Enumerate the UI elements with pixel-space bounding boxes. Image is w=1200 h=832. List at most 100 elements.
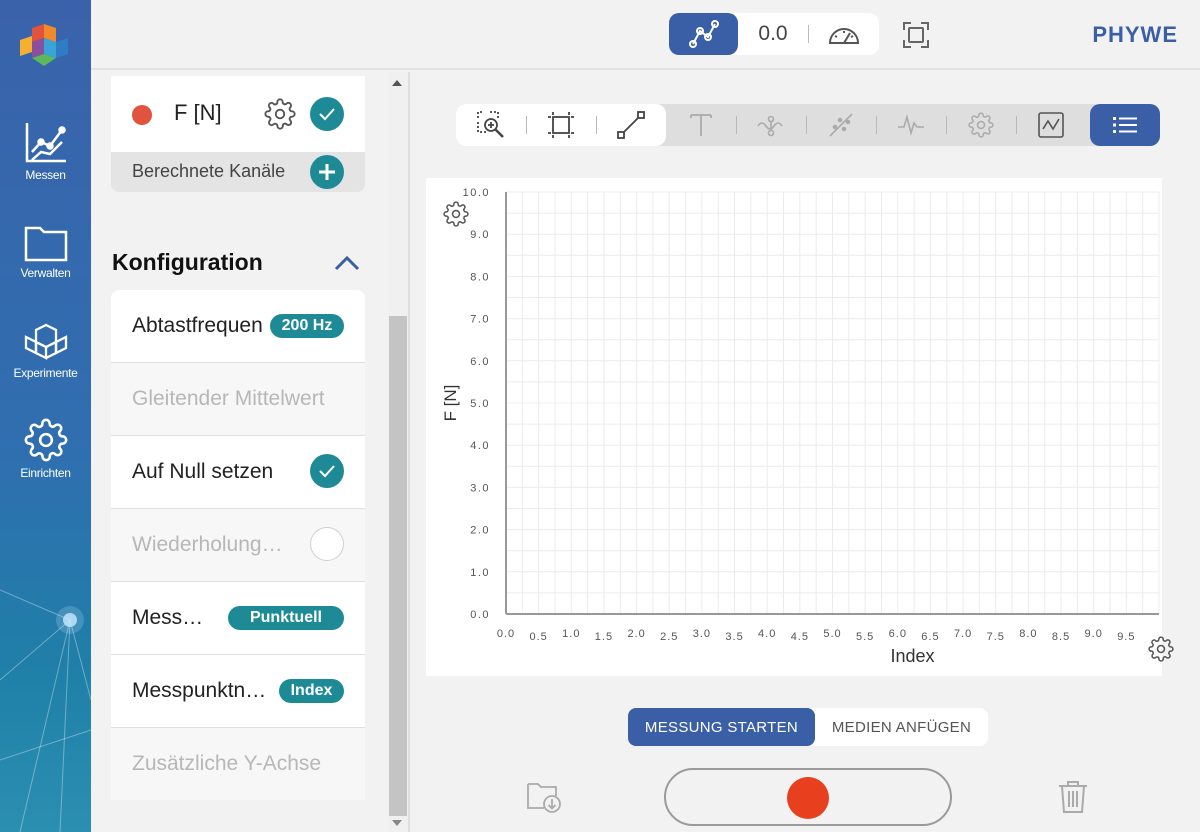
repetition-toggle [310,527,344,561]
x-tick-label: 2.5 [660,631,678,643]
y-tick-label: 4.0 [470,440,490,452]
config-measurement-mode[interactable]: Mess… Punktuell [111,582,365,655]
channel-card: F [N] Berechnete Kanäle [111,76,365,192]
config-zero-offset[interactable]: Auf Null setzen [111,436,365,509]
channel-settings-gear-icon[interactable] [264,98,296,130]
nav-item-verwalten[interactable]: Verwalten [0,222,91,280]
x-tick-label: 1.5 [595,631,613,643]
point-numbering-badge[interactable]: Index [279,679,344,703]
chart-settings-button[interactable] [946,104,1016,146]
gauge-mode-button[interactable] [809,13,879,55]
config-repetition: Wiederholung… [111,509,365,582]
channel-color-dot [132,105,152,125]
x-tick-label: 7.0 [954,628,972,640]
line-chart-icon [25,123,66,163]
config-label: Auf Null setzen [132,460,274,483]
trash-icon[interactable] [1057,780,1089,814]
x-tick-label: 4.0 [758,628,776,640]
nav-rail: Messen Verwalten Experimente Einrichten [0,0,91,832]
zero-offset-toggle[interactable] [310,454,344,488]
plus-icon [319,164,335,180]
x-tick-label: 7.5 [987,631,1005,643]
config-point-numbering[interactable]: Messpunktn… Index [111,655,365,728]
channel-enabled-toggle[interactable] [310,97,344,131]
zoom-tool-button[interactable] [456,104,526,146]
fit-frame-icon [548,112,574,138]
fit-view-button[interactable] [526,104,596,146]
cubes-icon [24,323,67,360]
nav-item-experimente[interactable]: Experimente [0,322,91,380]
chart-area: 0.0 1.0 2.0 3.0 4.0 5.0 6.0 7.0 8.0 9.0 10.0 0.0 0.5… [426,178,1162,676]
text-icon [690,114,712,136]
add-calculated-channel-button[interactable] [310,155,344,189]
gauge-icon [828,28,860,44]
signal-analysis-button[interactable] [876,104,946,146]
x-axis-settings-gear-icon[interactable] [1148,636,1174,662]
configuration-list: Abtastfrequen 200 Hz Gleitender Mittelwe… [111,290,365,800]
fit-line-button[interactable] [806,104,876,146]
x-tick-label: 8.5 [1052,631,1070,643]
divider [408,72,410,832]
x-tick-label: 0.5 [530,631,548,643]
smoothing-tool-button[interactable] [736,104,806,146]
config-label: Mess… [132,606,204,629]
y-tick-label: 3.0 [470,482,490,494]
measurement-chart[interactable]: 0.0 1.0 2.0 3.0 4.0 5.0 6.0 7.0 8.0 9.0 10.0 0.0 0.5… [426,178,1162,676]
scroll-up-arrow-icon[interactable] [392,80,402,86]
y-axis-label: F [N] [441,385,460,422]
signal-icon [898,113,924,137]
chevron-up-icon[interactable] [333,253,361,273]
y-tick-label: 5.0 [470,398,490,410]
folder-icon [24,226,67,262]
y-tick-label: 1.0 [470,567,490,579]
record-button[interactable] [664,768,952,826]
nav-label: Einrichten [20,466,71,480]
config-moving-average: Gleitender Mittelwert [111,363,365,436]
channel-row[interactable]: F [N] [111,76,365,152]
scroll-down-arrow-icon[interactable] [392,820,402,826]
calculated-channels-label: Berechnete Kanäle [132,161,286,181]
nav-item-messen[interactable]: Messen [0,120,91,182]
calculated-channels-row: Berechnete Kanäle [111,152,365,192]
value-mode-button[interactable]: 0.0 [738,13,808,55]
nav-label: Experimente [13,366,78,380]
chart-view-button[interactable] [1016,104,1086,146]
panel-scroll-thumb[interactable] [389,316,407,816]
measurement-mode-badge[interactable]: Punktuell [228,606,344,630]
y-axis-settings-gear-icon[interactable] [443,201,469,227]
graph-mode-button[interactable] [669,13,738,55]
record-dot-icon [787,777,829,819]
y-tick-label: 6.0 [470,356,490,368]
list-view-button[interactable] [1090,104,1160,146]
sampling-rate-badge[interactable]: 200 Hz [270,314,344,338]
zoom-in-icon [477,111,504,138]
x-tick-label: 4.5 [791,631,809,643]
channel-name: F [N] [174,100,222,125]
x-tick-label: 2.0 [627,628,645,640]
chart-toolbar [456,104,1160,146]
text-tool-button[interactable] [666,104,736,146]
x-axis-label: Index [890,646,934,666]
y-tick-label: 7.0 [470,314,490,326]
x-tick-label: 9.5 [1117,631,1135,643]
x-tick-label: 1.0 [562,628,580,640]
connect-points-button[interactable] [596,104,666,146]
nav-label: Verwalten [20,266,71,280]
brand-logo: PHYWE [1092,22,1178,47]
x-tick-label: 6.5 [921,631,939,643]
network-decoration-icon [0,589,91,832]
list-icon [1113,117,1137,133]
start-measurement-tab[interactable]: MESSUNG STARTEN [628,708,815,746]
attach-media-tab[interactable]: MEDIEN ANFÜGEN [815,708,988,746]
graph-nodes-icon [688,20,719,48]
config-label: Messpunktn… [132,679,267,702]
save-to-folder-icon[interactable] [526,778,562,814]
view-mode-group: 0.0 [669,13,879,55]
nav-item-einrichten[interactable]: Einrichten [0,418,91,480]
x-tick-label: 3.0 [693,628,711,640]
x-tick-label: 3.5 [725,631,743,643]
y-tick-label: 2.0 [470,525,490,537]
fullscreen-icon[interactable] [902,21,930,49]
config-sampling-rate[interactable]: Abtastfrequen 200 Hz [111,290,365,363]
regression-icon [829,113,853,137]
